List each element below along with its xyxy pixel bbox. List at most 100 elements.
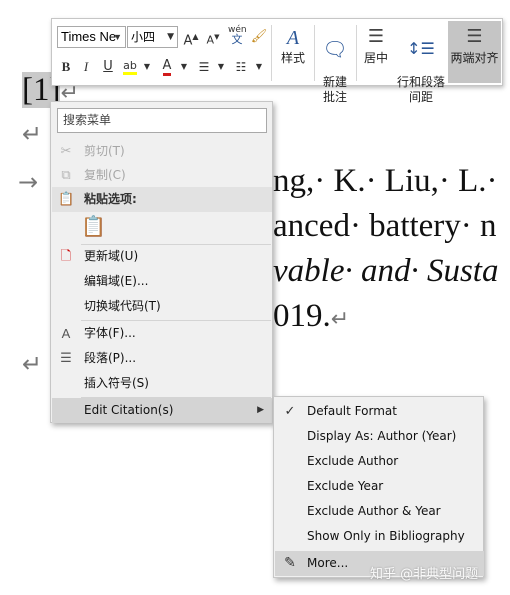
menu-item-cut[interactable]: ✂ 剪切(T) — [52, 139, 272, 164]
context-menu: 搜索菜单 ✂ 剪切(T) ⧉ 复制(C) 📋 粘贴选项: 📋 🗋 更新域(U) … — [50, 101, 273, 423]
line-spacing-icon: ↕☰ — [407, 39, 435, 58]
submenu-item-label: More... — [307, 556, 349, 570]
menu-item-insert-symbol[interactable]: 插入符号(S) — [52, 371, 272, 396]
reference-text-line-4[interactable]: 019.↵ — [273, 298, 349, 335]
line-spacing-label: 行和段落 间距 — [396, 75, 445, 104]
bold-button[interactable]: B — [57, 57, 75, 77]
cut-icon: ✂ — [60, 144, 72, 159]
submenu-item-exclude-author-year[interactable]: Exclude Author & Year — [275, 499, 484, 524]
submenu-item-default-format[interactable]: ✓ Default Format — [275, 399, 484, 424]
edit-citations-submenu: ✓ Default Format Display As: Author (Yea… — [273, 396, 484, 578]
menu-item-insert-symbol-label: 插入符号(S) — [84, 376, 149, 390]
reference-text-line-3[interactable]: vable· and· Susta — [273, 253, 498, 290]
highlight-button[interactable]: ab — [121, 56, 139, 76]
menu-item-cut-label: 剪切(T) — [84, 144, 125, 158]
toolbar-divider — [314, 25, 315, 81]
copy-icon: ⧉ — [61, 168, 71, 183]
submenu-item-show-only-in-bibliography[interactable]: Show Only in Bibliography — [275, 524, 484, 549]
menu-item-edit-citations-label: Edit Citation(s) — [84, 403, 174, 417]
chevron-down-icon[interactable]: ▼ — [113, 27, 122, 47]
justify-label: 两端对齐 — [450, 51, 499, 65]
menu-item-toggle-field-codes-label: 切换域代码(T) — [84, 299, 161, 313]
grow-font-button[interactable]: A▲ — [182, 27, 200, 48]
submenu-item-display-as-author-year[interactable]: Display As: Author (Year) — [275, 424, 484, 449]
menu-item-edit-field[interactable]: 编辑域(E)... — [52, 269, 272, 294]
font-color-dropdown-icon[interactable]: ▼ — [175, 57, 193, 77]
justify-button[interactable]: ☰ 两端对齐 — [448, 21, 501, 83]
new-comment-button[interactable]: 🗨 新建 批注 — [316, 23, 354, 105]
mini-toolbar: Times Ne ▼ 小四 ▼ A▲ A▼ wén 文 🖌 B I U ab ▼ … — [51, 18, 503, 104]
styles-button[interactable]: A 样式 — [274, 23, 312, 66]
font-color-icon: A — [162, 58, 172, 76]
menu-item-paste-options: 📋 粘贴选项: — [52, 187, 272, 212]
menu-item-font-label: 字体(F)... — [84, 326, 136, 340]
shrink-font-button[interactable]: A▼ — [204, 27, 222, 47]
font-name-combobox[interactable]: Times Ne ▼ — [57, 26, 126, 48]
toolbar-divider — [356, 25, 357, 81]
italic-button[interactable]: I — [77, 57, 95, 77]
phonetic-guide-button[interactable]: wén 文 — [228, 25, 247, 45]
underline-button[interactable]: U — [99, 57, 117, 77]
numbering-dropdown-icon[interactable]: ▼ — [250, 57, 268, 77]
submenu-item-label: Display As: Author (Year) — [307, 429, 457, 443]
empty-para-mark-icon-2: ↵ — [22, 350, 43, 378]
styles-label: 样式 — [280, 51, 305, 65]
submenu-item-label: Exclude Year — [307, 479, 384, 493]
bullets-dropdown-icon[interactable]: ▼ — [212, 57, 230, 77]
chevron-right-icon: ▶ — [257, 405, 264, 415]
menu-item-toggle-field-codes[interactable]: 切换域代码(T) — [52, 294, 272, 319]
highlight-dropdown-icon[interactable]: ▼ — [138, 57, 156, 77]
paste-icon: 📋 — [58, 192, 75, 207]
menu-item-copy-label: 复制(C) — [84, 168, 126, 182]
checkmark-icon: ✓ — [284, 404, 296, 419]
menu-item-font[interactable]: A 字体(F)... — [52, 321, 272, 346]
font-size-combobox[interactable]: 小四 ▼ — [127, 26, 178, 48]
submenu-item-label: Exclude Author & Year — [307, 504, 441, 518]
menu-item-edit-citations[interactable]: Edit Citation(s) ▶ — [52, 398, 272, 423]
submenu-item-label: Show Only in Bibliography — [307, 529, 465, 543]
para-mark-icon-3: ↵ — [330, 307, 350, 332]
empty-para-mark-icon: ↵ — [22, 120, 43, 148]
search-menu-input[interactable]: 搜索菜单 — [57, 108, 267, 133]
tab-arrow-icon: → — [18, 168, 39, 196]
menu-item-edit-field-label: 编辑域(E)... — [84, 274, 149, 288]
numbered-list-icon: ☷ — [235, 60, 247, 74]
new-comment-icon: 🗨 — [322, 37, 348, 61]
update-field-icon: 🗋 — [60, 249, 72, 264]
format-painter-button[interactable]: 🖌 — [250, 27, 268, 47]
submenu-item-label: Default Format — [307, 404, 397, 418]
menu-item-copy[interactable]: ⧉ 复制(C) — [52, 163, 272, 188]
menu-item-paragraph[interactable]: ☰ 段落(P)... — [52, 346, 272, 371]
paragraph-icon: ☰ — [60, 351, 72, 366]
submenu-item-exclude-author[interactable]: Exclude Author — [275, 449, 484, 474]
submenu-item-exclude-year[interactable]: Exclude Year — [275, 474, 484, 499]
center-align-button[interactable]: ☰ 居中 — [358, 23, 394, 66]
submenu-item-label: Exclude Author — [307, 454, 399, 468]
new-comment-label: 新建 批注 — [322, 75, 347, 104]
font-color-button[interactable]: A — [158, 56, 176, 76]
endnote-edit-icon: ✎ — [284, 555, 296, 571]
shrink-font-icon: A — [206, 33, 215, 47]
highlight-icon: ab — [123, 59, 137, 75]
numbering-button[interactable]: ☷ — [232, 57, 250, 77]
paste-keep-text-icon[interactable]: 📋 — [81, 214, 106, 242]
watermark: 知乎 @非典型问题 — [370, 567, 479, 582]
justify-icon: ☰ — [466, 26, 483, 47]
reference-text-line-1[interactable]: ng,· K.· Liu,· L.· — [273, 163, 498, 200]
toolbar-divider — [271, 25, 272, 81]
menu-item-update-field-label: 更新域(U) — [84, 249, 139, 263]
font-icon: A — [61, 326, 71, 341]
center-label: 居中 — [363, 51, 388, 65]
bullets-button[interactable]: ☰ — [195, 57, 213, 77]
chevron-down-icon[interactable]: ▼ — [167, 27, 174, 47]
menu-item-update-field[interactable]: 🗋 更新域(U) — [52, 244, 272, 269]
paste-options-label: 粘贴选项: — [84, 192, 137, 206]
styles-icon: A — [286, 27, 300, 49]
line-spacing-button[interactable]: ↕☰ 行和段落 间距 — [395, 23, 447, 105]
menu-item-paragraph-label: 段落(P)... — [84, 351, 137, 365]
brush-icon: 🖌 — [250, 29, 268, 44]
reference-year: 019. — [273, 298, 331, 334]
reference-text-line-2[interactable]: anced· battery· n — [273, 208, 497, 245]
bullet-list-icon: ☰ — [198, 60, 210, 74]
align-center-icon: ☰ — [367, 26, 385, 47]
